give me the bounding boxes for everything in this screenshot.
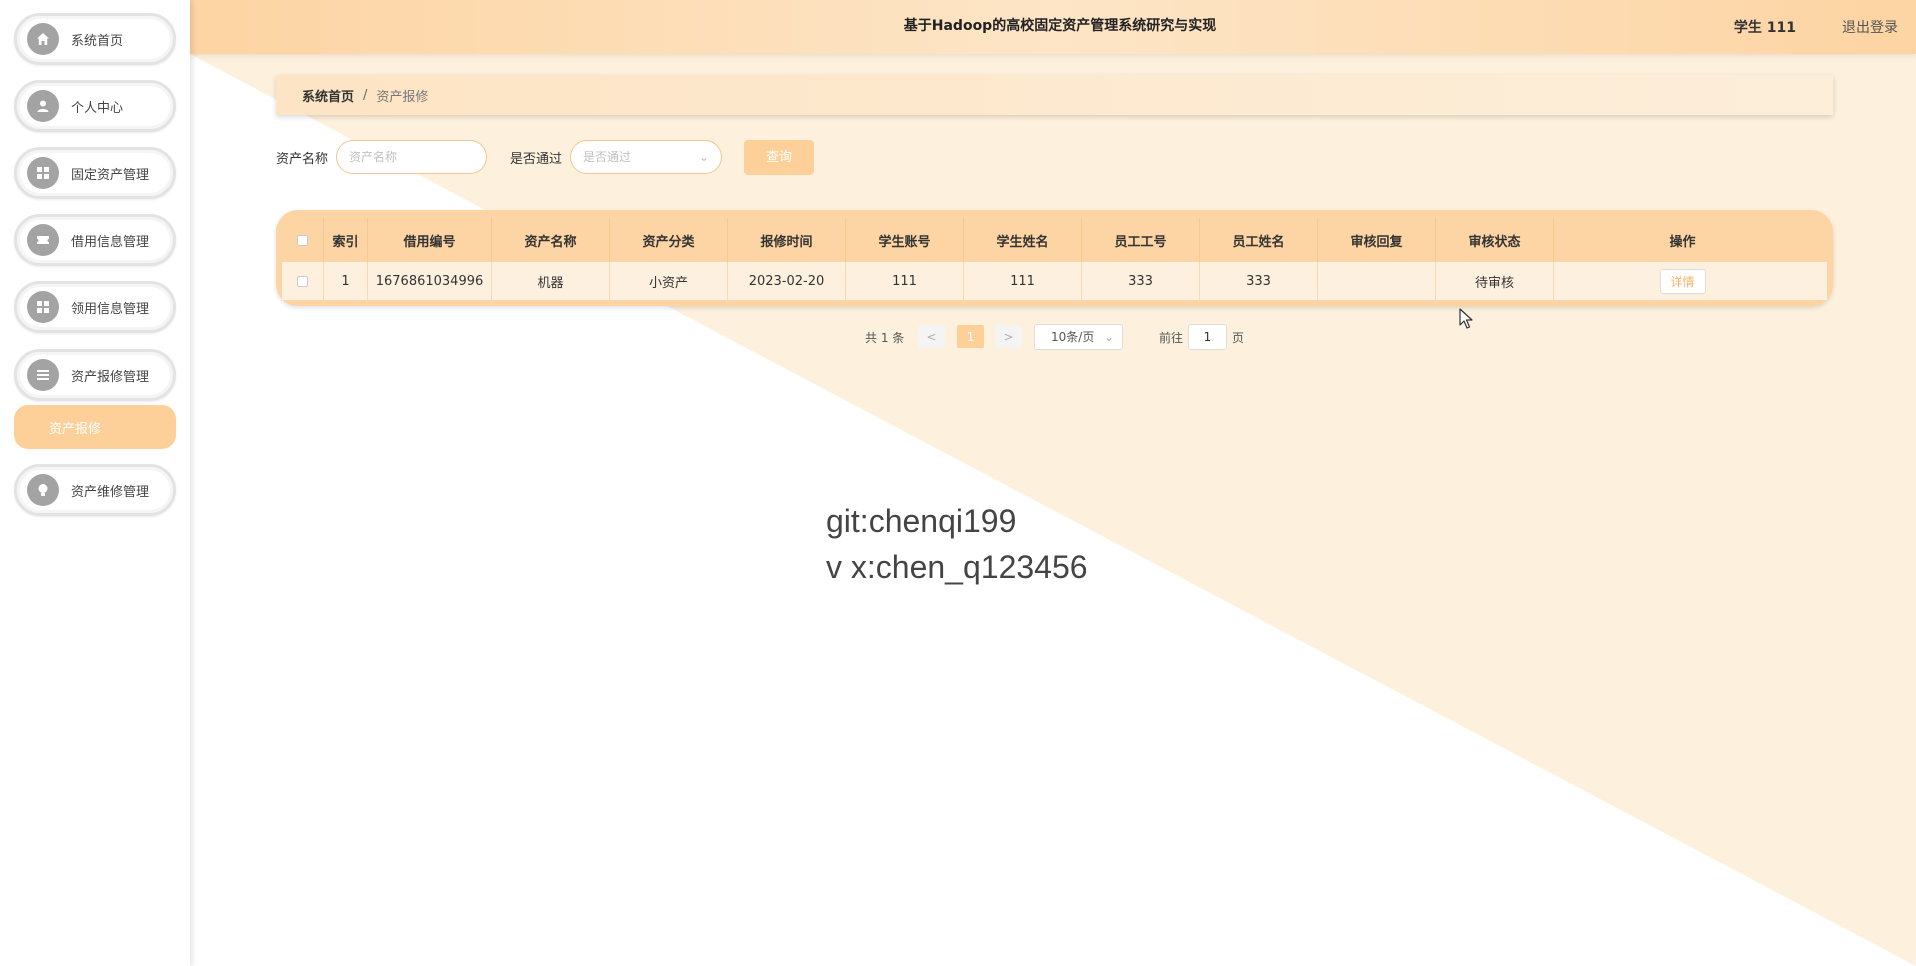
pass-placeholder: 是否通过 xyxy=(583,150,632,164)
sidebar-item-label: 资产报修管理 xyxy=(71,369,150,385)
sidebar-item-fixed-assets[interactable]: 固定资产管理 xyxy=(14,147,176,199)
column-header[interactable]: 资产分类 xyxy=(610,218,728,262)
top-header: 基于Hadoop的高校固定资产管理系统研究与实现 学生 111 退出登录 xyxy=(190,0,1916,54)
app-title: 基于Hadoop的高校固定资产管理系统研究与实现 xyxy=(903,18,1217,34)
table-row: 1 1676861034996 机器 小资产 2023-02-20 111 11… xyxy=(282,262,1827,300)
row-checkbox[interactable] xyxy=(297,275,308,287)
table-header: 索引 借用编号 资产名称 资产分类 报修时间 学生账号 学生姓名 员工工号 员工… xyxy=(282,218,1827,262)
select-all-cell xyxy=(282,218,324,262)
column-header[interactable]: 学生账号 xyxy=(846,218,964,262)
sidebar-subitem-label: 资产报修 xyxy=(49,421,102,437)
row-select-cell xyxy=(282,262,324,300)
watermark-line-1: git:chenqi199 xyxy=(826,503,1017,539)
column-header[interactable]: 资产名称 xyxy=(492,218,610,262)
watermark-line-2: v x:chen_q123456 xyxy=(826,549,1088,585)
cell-asset-name: 机器 xyxy=(492,262,610,300)
sidebar-item-profile[interactable]: 个人中心 xyxy=(14,80,176,132)
data-table: 索引 借用编号 资产名称 资产分类 报修时间 学生账号 学生姓名 员工工号 员工… xyxy=(276,210,1833,306)
cell-staff-name: 333 xyxy=(1200,262,1318,300)
column-header[interactable]: 借用编号 xyxy=(368,218,492,262)
prev-page-button[interactable]: < xyxy=(918,325,945,348)
pagination-total: 共 1 条 xyxy=(865,331,905,345)
logout-link[interactable]: 退出登录 xyxy=(1842,17,1898,37)
sidebar-item-maintenance[interactable]: 资产维修管理 xyxy=(14,464,176,516)
next-page-button[interactable]: > xyxy=(995,325,1022,348)
sidebar-item-label: 借用信息管理 xyxy=(71,234,150,250)
detail-button[interactable]: 详情 xyxy=(1659,268,1706,294)
cell-student-account: 111 xyxy=(846,262,964,300)
cell-category: 小资产 xyxy=(610,262,728,300)
chevron-down-icon: ⌄ xyxy=(698,150,709,164)
sidebar-item-label: 个人中心 xyxy=(71,100,124,116)
column-header[interactable]: 员工姓名 xyxy=(1200,218,1318,262)
sidebar-item-home[interactable]: 系统首页 xyxy=(14,13,176,65)
sidebar-item-label: 固定资产管理 xyxy=(71,167,150,183)
breadcrumb-home[interactable]: 系统首页 xyxy=(302,86,354,105)
sidebar: 系统首页 个人中心 固定资产管理 借用信息管理 领用信息管理 资产报修管理 资产… xyxy=(0,0,190,966)
cell-action: 详情 xyxy=(1554,262,1811,300)
chevron-down-icon: ⌄ xyxy=(1103,330,1114,344)
breadcrumb-current: 资产报修 xyxy=(376,89,429,105)
list-icon xyxy=(27,359,59,391)
cell-repair-time: 2023-02-20 xyxy=(728,262,846,300)
sidebar-item-repair-report[interactable]: 资产报修管理 xyxy=(14,349,176,401)
cell-borrow-no: 1676861034996 xyxy=(368,262,492,300)
sidebar-item-label: 资产维修管理 xyxy=(71,484,150,500)
mouse-cursor-icon xyxy=(1459,308,1473,334)
cell-status: 待审核 xyxy=(1436,262,1554,300)
cell-reply xyxy=(1318,262,1436,300)
asset-name-label: 资产名称 xyxy=(276,152,329,167)
page-number-button[interactable]: 1 xyxy=(957,325,984,348)
column-header: 操作 xyxy=(1669,234,1696,250)
sidebar-item-receive[interactable]: 领用信息管理 xyxy=(14,281,176,333)
cell-index: 1 xyxy=(324,262,368,300)
column-header[interactable]: 审核回复 xyxy=(1318,218,1436,262)
goto-label: 前往 xyxy=(1159,331,1184,345)
column-header[interactable]: 索引 xyxy=(324,218,368,262)
page-size-select[interactable]: 10条/页 ⌄ xyxy=(1034,324,1123,350)
column-header[interactable]: 审核状态 xyxy=(1436,218,1554,262)
page-suffix-label: 页 xyxy=(1232,331,1245,345)
grid-icon xyxy=(27,157,59,189)
sidebar-item-borrow[interactable]: 借用信息管理 xyxy=(14,214,176,266)
sidebar-item-label: 系统首页 xyxy=(71,33,124,49)
sidebar-item-label: 领用信息管理 xyxy=(71,301,150,317)
pass-label: 是否通过 xyxy=(510,152,563,167)
user-name: 学生 111 xyxy=(1733,20,1796,36)
asset-name-input[interactable]: 资产名称 xyxy=(336,140,487,174)
grid-icon xyxy=(27,291,59,323)
cell-staff-no: 333 xyxy=(1082,262,1200,300)
home-icon xyxy=(27,23,59,55)
query-button[interactable]: 查询 xyxy=(744,140,814,175)
asset-name-placeholder: 资产名称 xyxy=(349,150,398,164)
cell-student-name: 111 xyxy=(964,262,1082,300)
sidebar-subitem-repair[interactable]: 资产报修 xyxy=(14,405,176,449)
column-header[interactable]: 员工工号 xyxy=(1082,218,1200,262)
goto-page-input[interactable]: 1 xyxy=(1188,324,1227,350)
bulb-icon xyxy=(27,474,59,506)
breadcrumb: 系统首页 / 资产报修 xyxy=(276,75,1833,115)
select-all-checkbox[interactable] xyxy=(297,234,308,246)
watermark-text: git:chenqi199 v x:chen_q123456 xyxy=(826,498,1088,590)
user-icon xyxy=(27,90,59,122)
page-size-value: 10条/页 xyxy=(1051,330,1095,344)
breadcrumb-separator: / xyxy=(363,87,368,103)
column-header[interactable]: 学生姓名 xyxy=(964,218,1082,262)
ticket-icon xyxy=(27,224,59,256)
pass-select[interactable]: 是否通过 ⌄ xyxy=(570,140,722,174)
column-header[interactable]: 报修时间 xyxy=(728,218,846,262)
